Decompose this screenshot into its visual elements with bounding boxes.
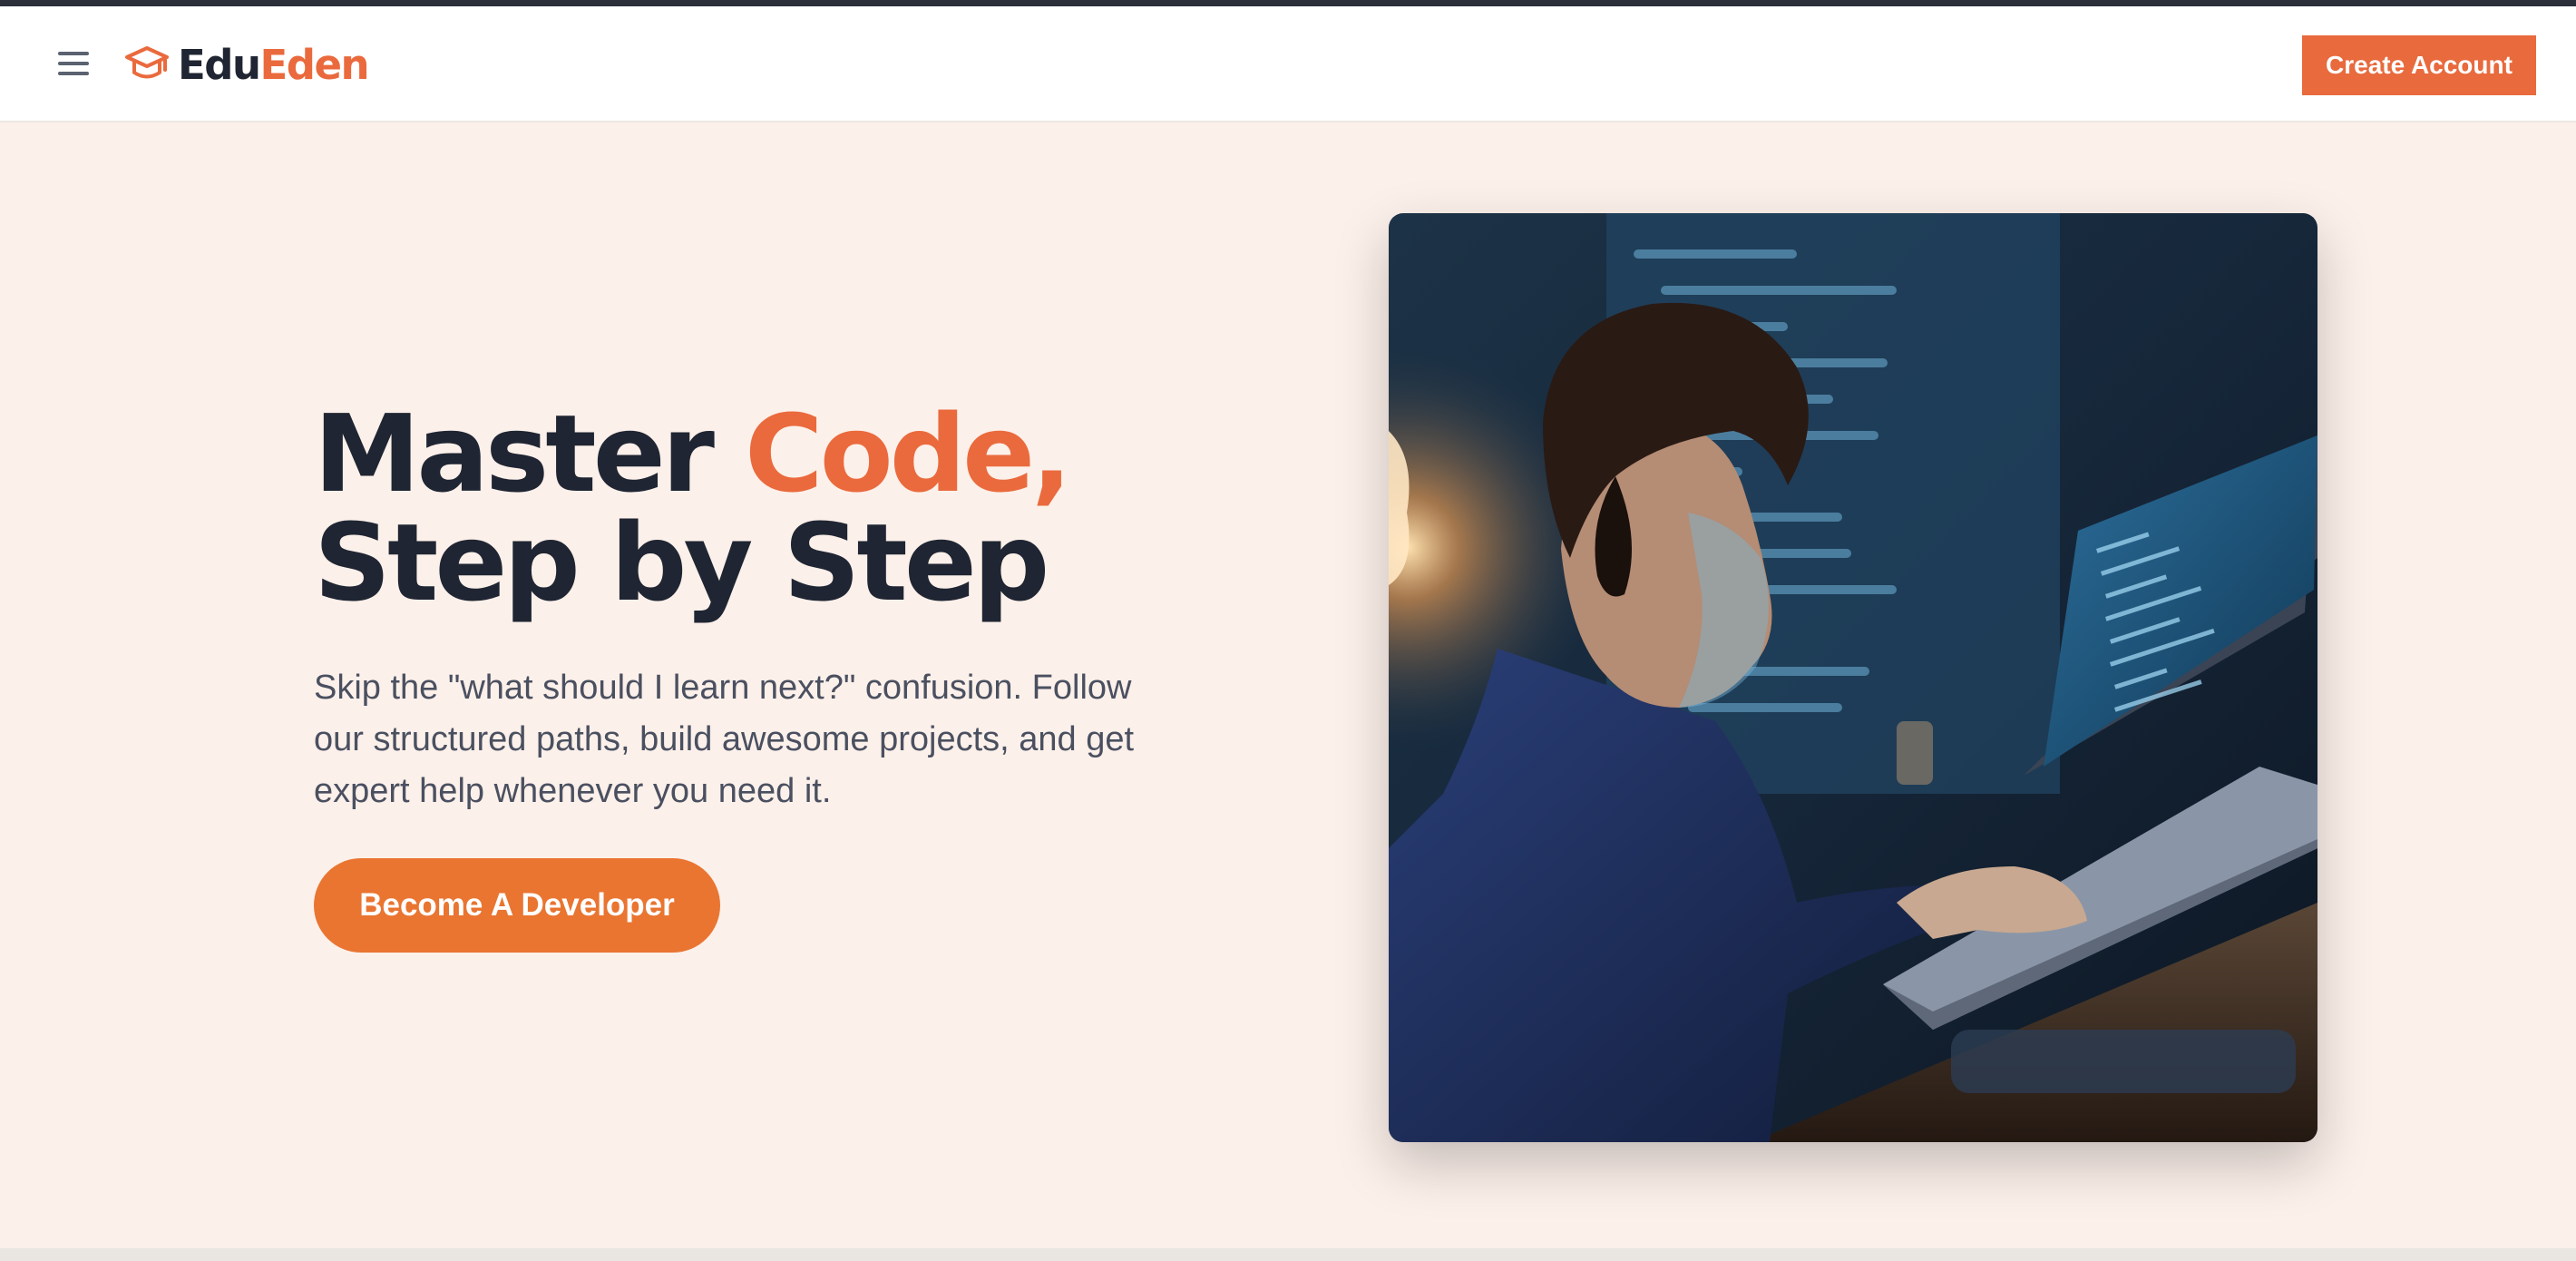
navbar: EduEden Create Account: [0, 6, 2576, 122]
become-developer-button[interactable]: Become A Developer: [314, 858, 720, 953]
window-top-bar: [0, 0, 2576, 6]
logo[interactable]: EduEden: [123, 39, 370, 90]
logo-text-eden: Eden: [259, 40, 370, 89]
headline-line2: Step by Step: [314, 500, 1049, 625]
hero-subtext: Skip the "what should I learn next?" con…: [314, 669, 1135, 810]
logo-text: EduEden: [178, 40, 370, 89]
hamburger-menu-icon[interactable]: [56, 48, 93, 79]
boy-coding-on-laptop-photo: [1389, 213, 2317, 1142]
graduation-cap-icon: [125, 46, 169, 79]
hero-headline: Master Code, Step by Step: [314, 399, 1203, 617]
create-account-button[interactable]: Create Account: [2302, 35, 2536, 95]
headline-line1-accent: Code,: [745, 391, 1072, 516]
window-bottom-edge: [0, 1248, 2576, 1261]
logo-text-edu: Edu: [178, 40, 261, 89]
headline-line1-plain: Master: [314, 391, 745, 516]
hero-text: Master Code, Step by Step Skip the "what…: [314, 399, 1203, 817]
